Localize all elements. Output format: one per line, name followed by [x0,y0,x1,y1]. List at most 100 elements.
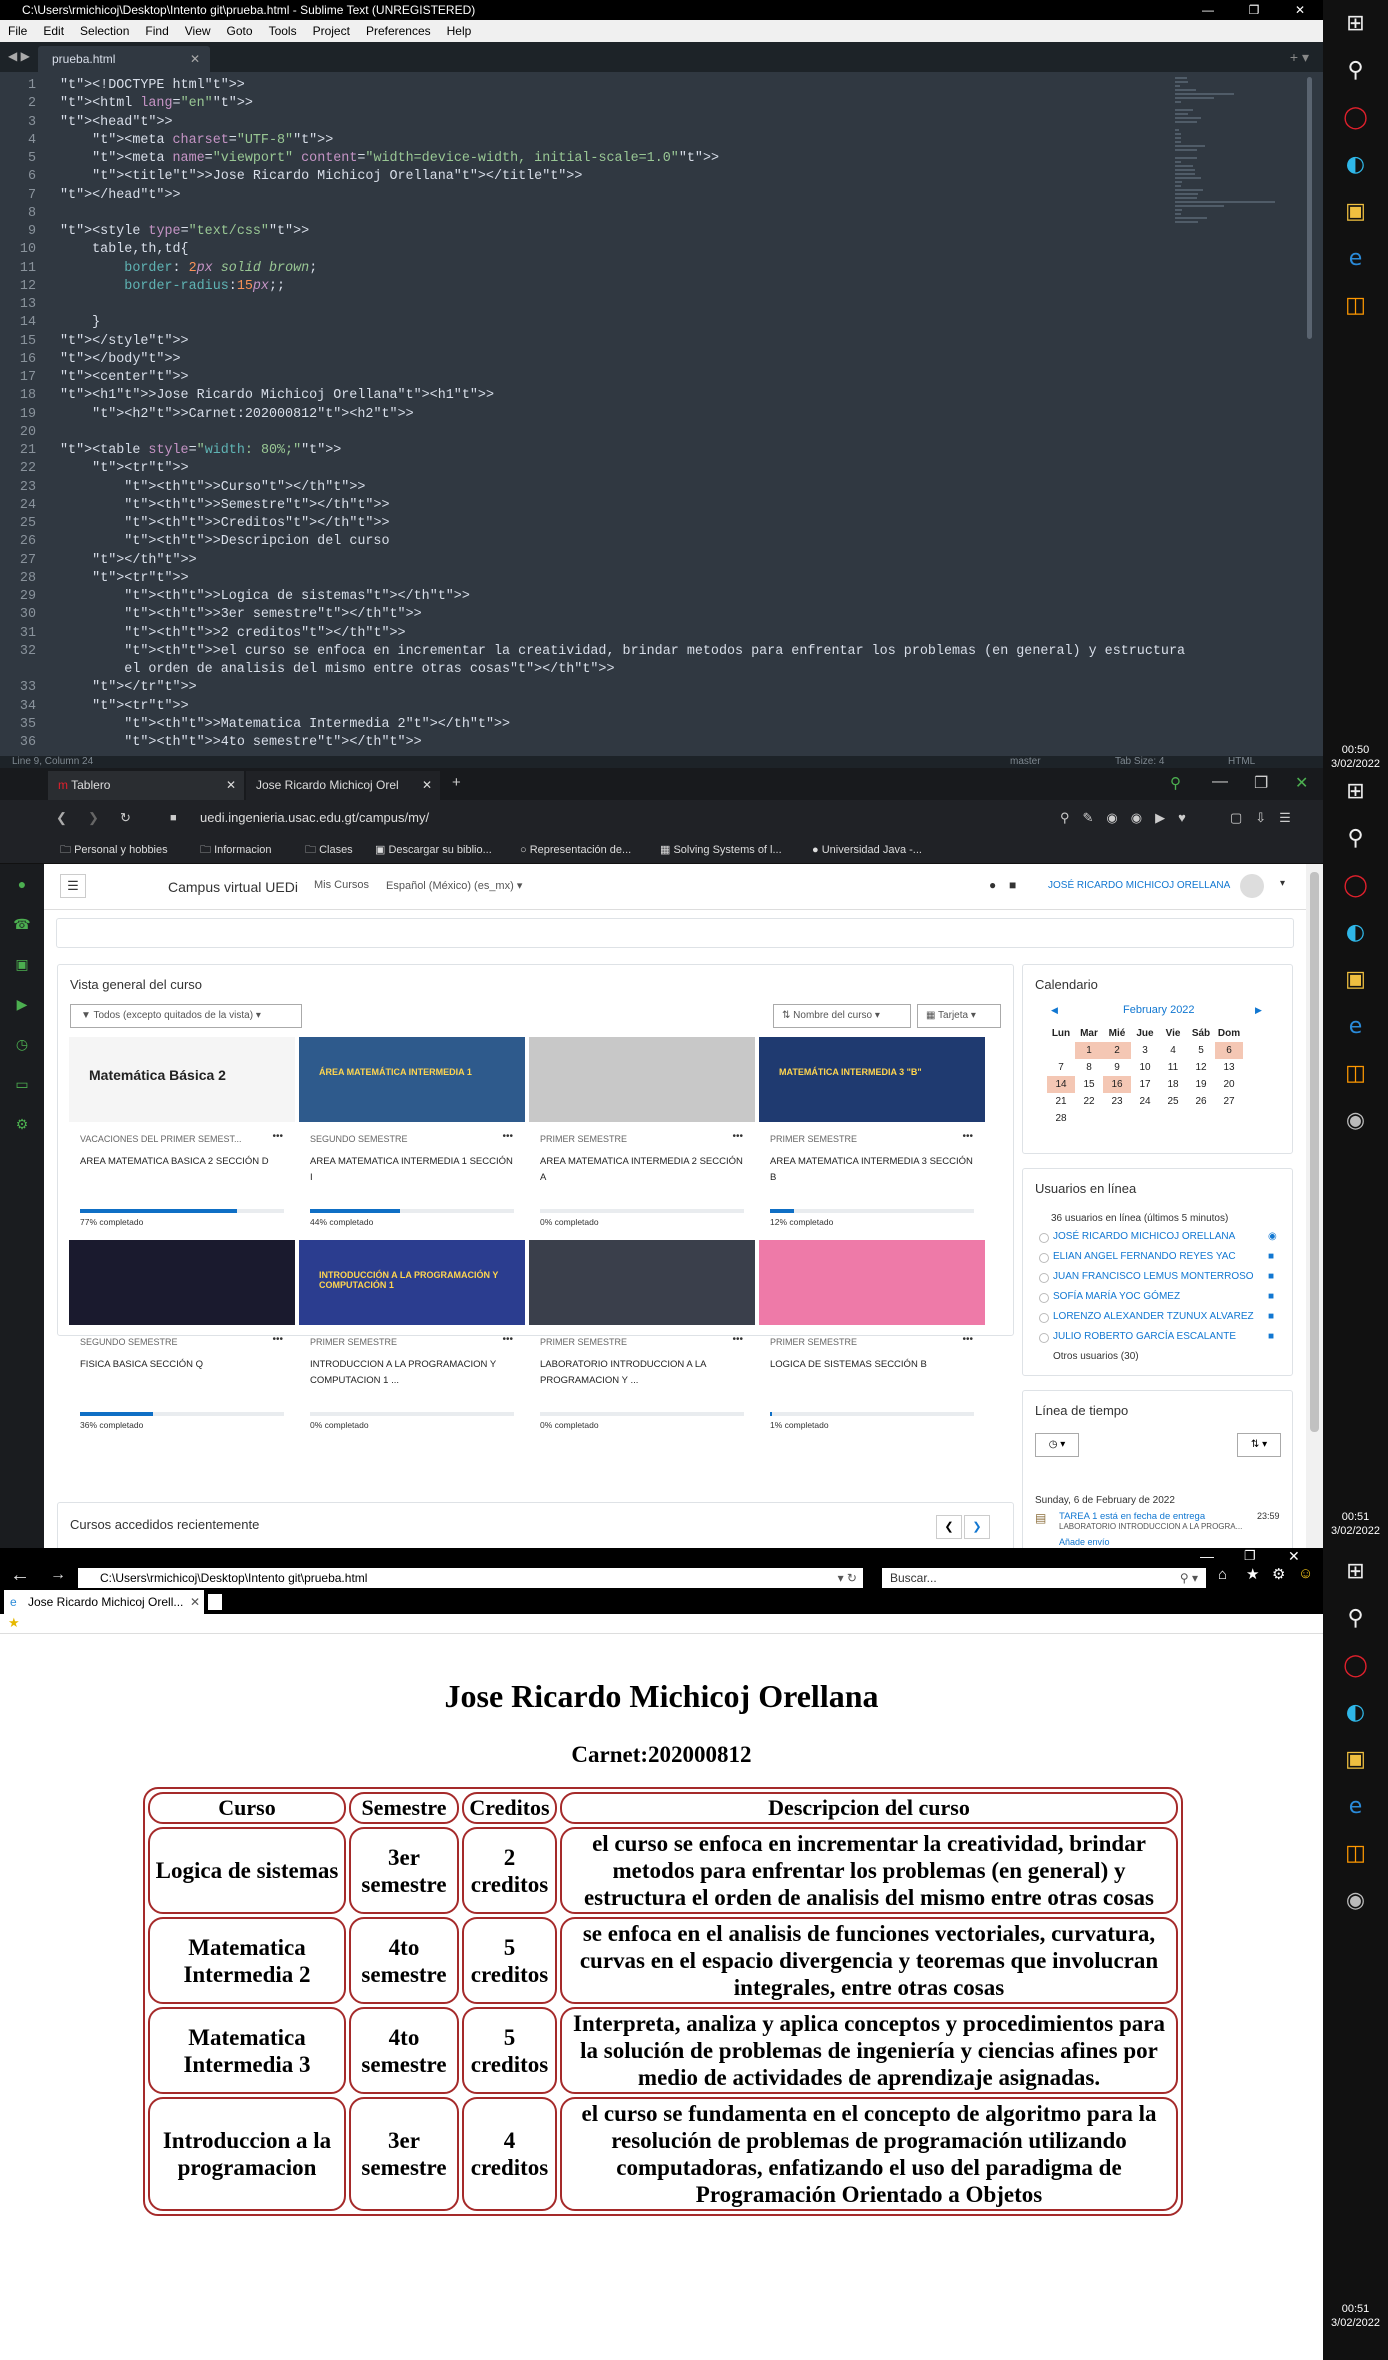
calendar-day[interactable]: 25 [1159,1093,1187,1110]
calendar-day[interactable]: 16 [1103,1076,1131,1093]
calendar-day[interactable]: 13 [1215,1059,1243,1076]
calendar-day[interactable]: 12 [1187,1059,1215,1076]
opera-icon[interactable]: ◯ [1323,862,1388,909]
timeline-event[interactable]: TAREA 1 está en fecha de entrega [1059,1511,1205,1522]
user-menu-chevron-icon[interactable]: ▾ [1280,878,1285,889]
chat-icon[interactable]: ■ [1009,878,1016,892]
course-menu-icon[interactable]: ••• [272,1334,283,1345]
sublime-text-icon[interactable]: ◫ [1323,282,1388,329]
online-user[interactable]: ELIAN ANGEL FERNANDO REYES YAC ■ [1039,1251,1274,1263]
calendar-day[interactable]: 15 [1075,1076,1103,1093]
bell-icon[interactable]: ● [989,878,996,892]
opera-icon[interactable]: ◯ [1323,1642,1388,1689]
calendar-day[interactable]: 5 [1187,1042,1215,1059]
course-name[interactable]: LOGICA DE SISTEMAS Sección B [770,1357,975,1373]
internet-explorer-icon[interactable]: e [1323,235,1388,282]
course-name[interactable]: AREA MATEMATICA INTERMEDIA 2 Sección A [540,1154,745,1186]
close-tab-icon[interactable]: ✕ [190,46,200,72]
maximize-button[interactable]: ❐ [1231,0,1277,20]
close-tab-icon[interactable]: ✕ [422,771,432,800]
timeline-event-action[interactable]: Añade envío [1059,1537,1110,1547]
forward-icon[interactable]: ❯ [88,800,99,836]
menu-help[interactable]: Help [447,20,472,42]
menu-edit[interactable]: Edit [43,20,64,42]
tab-size[interactable]: Tab Size: 4 [1115,756,1164,768]
timeline-filter-icon[interactable]: ◷ ▾ [1035,1433,1079,1457]
course-menu-icon[interactable]: ••• [502,1131,513,1142]
bookmark-clases[interactable]: 🗀 Clases [305,836,353,864]
view-dropdown[interactable]: ▦ Tarjeta ▾ [917,1004,1001,1028]
file-explorer-icon[interactable]: ▣ [1323,1736,1388,1783]
new-tab-button[interactable] [208,1594,222,1610]
calendar-day[interactable]: 11 [1159,1059,1187,1076]
course-image[interactable]: INTRODUCCIÓN A LA PROGRAMACIÓN Y COMPUTA… [299,1240,525,1325]
course-name[interactable]: AREA MATEMATICA BASICA 2 Sección D [80,1154,285,1170]
maximize-button[interactable]: ❐ [1254,773,1268,793]
page-scrollbar[interactable] [1306,864,1323,1548]
edge-icon[interactable]: ◐ [1323,1689,1388,1736]
calendar-day[interactable]: 18 [1159,1076,1187,1093]
bookmark-biblio[interactable]: ▣ Descargar su biblio... [375,836,492,864]
course-menu-icon[interactable]: ••• [502,1334,513,1345]
menu-tools[interactable]: Tools [269,20,297,42]
internet-explorer-icon[interactable]: e [1323,1783,1388,1830]
tab-tablero[interactable]: m Tablero ✕ [48,771,244,800]
tab-prueba[interactable]: Jose Ricardo Michicoj Orel ✕ [246,771,440,800]
clock[interactable]: 00:51 3/02/2022 [1323,2302,1388,2330]
calendar-day[interactable]: 4 [1159,1042,1187,1059]
tab-prueba-html[interactable]: prueba.html ✕ [38,46,210,72]
course-card[interactable]: PRIMER SEMESTRE LOGICA DE SISTEMAS Secció… [759,1240,985,1436]
online-user[interactable]: JULIO ROBERTO GARCÍA ESCALANTE ■ [1038,1331,1274,1343]
calendar-next-icon[interactable]: ▶ [1255,1005,1262,1016]
nav-my-courses[interactable]: Mis Cursos [314,879,369,891]
message-icon[interactable]: ■ [1268,1311,1274,1322]
syntax-mode[interactable]: HTML [1228,756,1255,768]
search-icon[interactable]: ⚲ [1323,815,1388,862]
course-name[interactable]: INTRODUCCION A LA PROGRAMACION Y COMPUTA… [310,1357,515,1389]
course-name[interactable]: FISICA BASICA Sección Q [80,1357,285,1373]
course-image[interactable]: Matemática Básica 2 [69,1037,295,1122]
search-field[interactable]: Buscar... ⚲ ▾ [882,1568,1206,1588]
history-icon[interactable]: ◷ [0,1024,44,1064]
hamburger-menu-icon[interactable]: ☰ [60,874,86,898]
windows-start-icon[interactable]: ⊞ [1323,1548,1388,1595]
maximize-button[interactable]: ❐ [1244,1548,1256,1564]
clock[interactable]: 00:50 3/02/2022 [1323,743,1388,771]
message-icon[interactable]: ■ [1268,1291,1274,1302]
message-icon[interactable]: ■ [1268,1331,1274,1342]
course-card[interactable]: PRIMER SEMESTRE LABORATORIO INTRODUCCION … [529,1240,755,1436]
address-field[interactable]: C:\Users\rmichicoj\Desktop\Intento git\p… [78,1568,863,1588]
bookmark-informacion[interactable]: 🗀 Informacion [200,836,272,864]
tools-gear-icon[interactable]: ⚙ [1272,1565,1285,1583]
next-page-icon[interactable]: ❯ [964,1515,990,1539]
filter-dropdown[interactable]: ▼ Todos (excepto quitados de la vista) ▾ [70,1004,302,1028]
menu-file[interactable]: File [8,20,27,42]
online-user[interactable]: JOSÉ RICARDO MICHICOJ ORELLANA ◉ [1038,1231,1277,1243]
back-icon[interactable]: ❮ [56,800,67,836]
site-name[interactable]: Campus virtual UEDi [168,879,298,895]
close-button[interactable]: ✕ [1295,773,1308,793]
bookmark-personal[interactable]: 🗀 Personal y hobbies [60,836,168,864]
course-menu-icon[interactable]: ••• [732,1334,743,1345]
back-icon[interactable]: ← [10,1564,30,1587]
reload-icon[interactable]: ↻ [120,800,131,836]
new-tab-icon[interactable]: + [452,774,461,791]
course-name[interactable]: AREA MATEMATICA INTERMEDIA 3 Sección B [770,1154,975,1186]
course-image[interactable] [69,1240,295,1325]
eye-icon[interactable]: ◉ [1268,1231,1277,1242]
close-tab-icon[interactable]: ✕ [190,1590,200,1614]
cube-icon[interactable]: ▭ [0,1064,44,1104]
menu-selection[interactable]: Selection [80,20,129,42]
avatar[interactable] [1240,874,1264,898]
close-tab-icon[interactable]: ✕ [226,771,236,800]
minimize-button[interactable]: — [1200,1548,1214,1564]
course-image[interactable]: ÁREA MATEMÁTICA INTERMEDIA 1 [299,1037,525,1122]
course-name[interactable]: AREA MATEMATICA INTERMEDIA 1 Sección I [310,1154,515,1186]
edge-icon[interactable]: ◐ [1323,909,1388,956]
search-icon[interactable]: ⚲ [1323,1595,1388,1642]
course-card[interactable]: ÁREA MATEMÁTICA INTERMEDIA 1 SEGUNDO SEME… [299,1037,525,1233]
minimap[interactable] [1175,77,1285,223]
home-icon[interactable]: ⌂ [1218,1566,1227,1583]
settings-icon[interactable]: ⚙ [0,1104,44,1144]
online-user[interactable]: LORENZO ALEXANDER TZUNUX ALVAREZ ■ [1039,1311,1274,1323]
